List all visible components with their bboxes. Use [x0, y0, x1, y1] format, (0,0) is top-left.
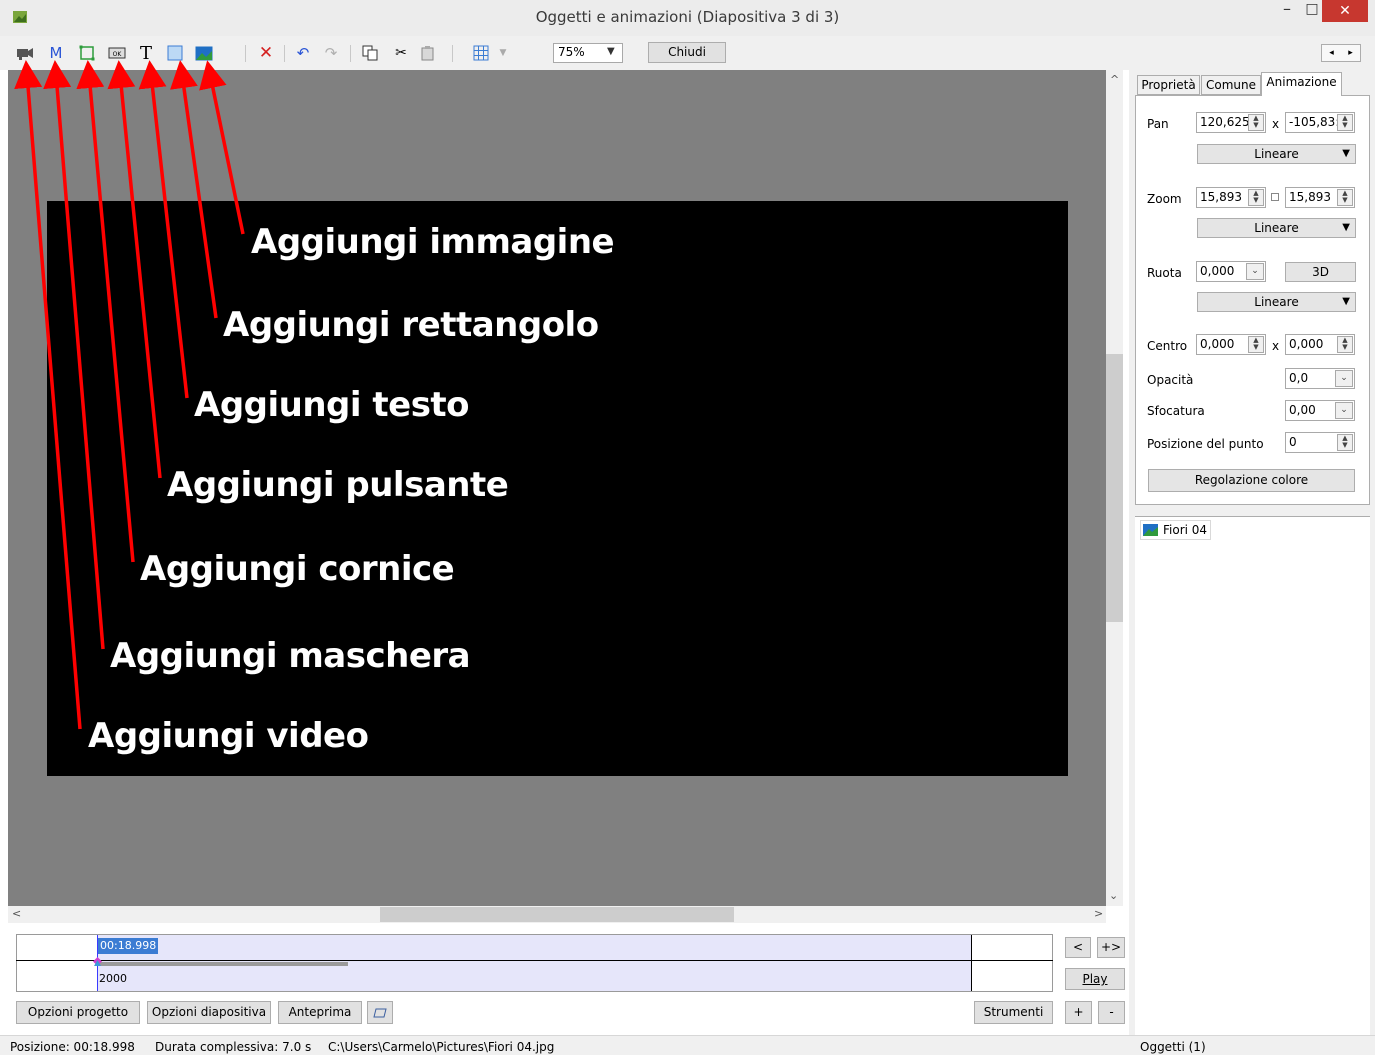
minimize-button[interactable]: –	[1270, 0, 1304, 22]
slide-options-button[interactable]: Opzioni diapositiva	[147, 1001, 271, 1024]
vertical-scroll-thumb[interactable]	[1106, 354, 1123, 622]
keyframe-marker-icon[interactable]	[93, 957, 102, 966]
zoom-x-spinner[interactable]: ▲ ▼	[1248, 189, 1264, 206]
frame-icon[interactable]	[78, 44, 96, 62]
status-position: Posizione: 00:18.998	[10, 1040, 135, 1054]
image-icon[interactable]	[195, 44, 213, 62]
point-position-spinner[interactable]: ▲ ▼	[1337, 434, 1353, 451]
timeline-progress	[98, 962, 348, 966]
annotation-add-image: Aggiungi immagine	[251, 222, 615, 262]
rotate-interpolation-value: Lineare	[1254, 295, 1299, 309]
close-button[interactable]: Chiudi	[648, 42, 726, 63]
horizontal-scroll-thumb[interactable]	[380, 907, 734, 922]
scroll-left-icon[interactable]: <	[12, 907, 21, 920]
3d-button[interactable]: 3D	[1285, 262, 1356, 282]
annotation-add-rectangle: Aggiungi rettangolo	[223, 305, 599, 345]
timeline-value: 2000	[99, 972, 127, 985]
delete-icon[interactable]: ✕	[257, 43, 275, 63]
scroll-down-icon[interactable]: ⌄	[1109, 889, 1118, 902]
scroll-right-icon[interactable]: >	[1094, 907, 1103, 920]
window-mode-button[interactable]	[367, 1001, 393, 1024]
project-options-button[interactable]: Opzioni progetto	[16, 1001, 140, 1024]
rotate-dropdown[interactable]: ⌄	[1246, 263, 1264, 280]
video-icon[interactable]	[16, 44, 34, 62]
blur-dropdown[interactable]: ⌄	[1335, 402, 1353, 419]
cut-icon[interactable]: ✂	[392, 44, 410, 62]
rectangle-icon[interactable]	[166, 44, 184, 62]
center-x-spinner[interactable]: ▲ ▼	[1248, 336, 1264, 353]
chevron-down-icon: ▼	[1342, 148, 1350, 159]
timeline-divider	[16, 960, 1053, 961]
undo-icon[interactable]: ↶	[294, 44, 312, 62]
annotation-add-frame: Aggiungi cornice	[140, 549, 455, 589]
arrow-left-icon: ◂	[1329, 48, 1334, 58]
chevron-down-icon: ▼	[1342, 222, 1350, 233]
center-separator: x	[1272, 339, 1280, 353]
mask-icon[interactable]: M	[47, 44, 65, 62]
center-y-spinner[interactable]: ▲ ▼	[1337, 336, 1353, 353]
window-icon	[373, 1008, 387, 1017]
opacity-label: Opacità	[1147, 373, 1194, 387]
chevron-down-icon: ▼	[607, 46, 615, 57]
image-icon	[1143, 524, 1158, 536]
chevron-down-icon: ▼	[1342, 296, 1350, 307]
window-title: Oggetti e animazioni (Diapositiva 3 di 3…	[535, 8, 840, 26]
tab-animation[interactable]: Animazione	[1261, 72, 1342, 96]
point-position-label: Posizione del punto	[1147, 437, 1264, 451]
annotation-add-mask: Aggiungi maschera	[110, 636, 471, 676]
svg-text:OK: OK	[113, 51, 123, 58]
remove-keyframe-button[interactable]: -	[1098, 1001, 1125, 1024]
center-label: Centro	[1147, 339, 1188, 353]
pan-interpolation-value: Lineare	[1254, 147, 1299, 161]
pan-x-spinner[interactable]: ▲ ▼	[1248, 114, 1264, 131]
pan-y-spinner[interactable]: ▲ ▼	[1337, 114, 1353, 131]
play-button[interactable]: Play	[1065, 968, 1125, 990]
tab-common[interactable]: Comune	[1201, 75, 1261, 95]
text-icon[interactable]: T	[137, 43, 155, 64]
opacity-dropdown[interactable]: ⌄	[1335, 370, 1353, 387]
copy-icon[interactable]	[361, 44, 379, 62]
tab-properties[interactable]: Proprietà	[1137, 75, 1200, 95]
annotation-add-button: Aggiungi pulsante	[167, 465, 509, 505]
status-total-duration: Durata complessiva: 7.0 s	[155, 1040, 312, 1054]
paste-icon[interactable]	[419, 44, 437, 62]
annotation-add-text: Aggiungi testo	[194, 385, 470, 425]
color-adjust-button[interactable]: Regolazione colore	[1148, 469, 1355, 492]
pan-separator: x	[1272, 117, 1280, 131]
annotation-add-video: Aggiungi video	[88, 716, 369, 756]
timeline-current-time: 00:18.998	[98, 938, 159, 954]
close-window-button[interactable]: ✕	[1322, 0, 1368, 22]
objects-list[interactable]	[1135, 516, 1370, 1035]
zoom-y-spinner[interactable]: ▲ ▼	[1337, 189, 1353, 206]
arrow-right-icon: ▸	[1348, 48, 1353, 58]
timeline-end-marker	[971, 935, 972, 991]
preview-button[interactable]: Anteprima	[278, 1001, 362, 1024]
prev-keyframe-button[interactable]: <	[1065, 937, 1091, 958]
zoom-label: Zoom	[1147, 192, 1182, 206]
zoom-interpolation-value: Lineare	[1254, 221, 1299, 235]
pan-label: Pan	[1147, 117, 1169, 131]
redo-icon[interactable]: ↷	[322, 44, 340, 62]
status-objects-count: Oggetti (1)	[1140, 1040, 1206, 1054]
button-icon[interactable]: OK	[108, 44, 126, 62]
grid-icon[interactable]	[472, 44, 490, 62]
next-keyframe-button[interactable]: +>	[1097, 937, 1125, 958]
add-keyframe-button[interactable]: +	[1065, 1001, 1092, 1024]
zoom-lock-checkbox[interactable]	[1271, 193, 1279, 201]
status-file-path: C:\Users\Carmelo\Pictures\Fiori 04.jpg	[328, 1040, 555, 1054]
rotate-interpolation-select[interactable]: Lineare ▼	[1197, 292, 1356, 312]
rotate-label: Ruota	[1147, 266, 1182, 280]
scroll-up-icon[interactable]: ^	[1110, 73, 1119, 86]
pan-interpolation-select[interactable]: Lineare ▼	[1197, 144, 1356, 164]
grid-dropdown-icon[interactable]: ▼	[494, 44, 512, 62]
zoom-interpolation-select[interactable]: Lineare ▼	[1197, 218, 1356, 238]
maximize-button[interactable]: □	[1304, 0, 1320, 22]
tools-button[interactable]: Strumenti	[974, 1001, 1053, 1024]
panel-nav-button[interactable]: ◂ ▸	[1321, 44, 1361, 62]
blur-label: Sfocatura	[1147, 404, 1205, 418]
